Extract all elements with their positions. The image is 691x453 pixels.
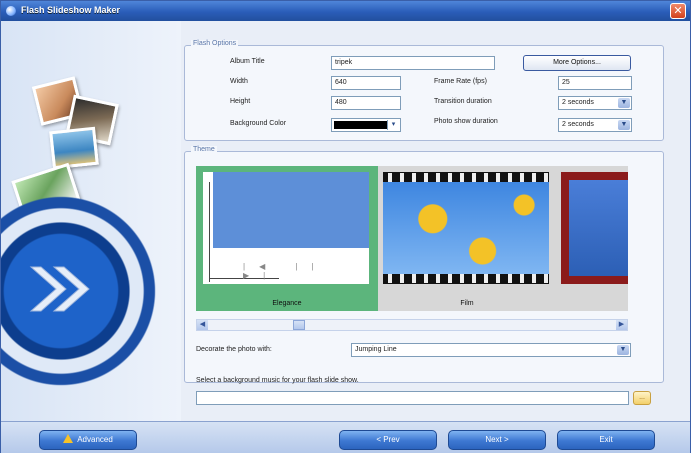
- width-input[interactable]: 640: [331, 76, 401, 90]
- height-label: Height: [230, 98, 251, 105]
- theme-carousel[interactable]: |◀ || ▶| Elegance Film: [196, 166, 628, 311]
- flash-options-label: Flash Options: [191, 40, 239, 47]
- chevron-down-icon[interactable]: ▼: [617, 345, 629, 355]
- background-color-picker[interactable]: ▾: [331, 118, 401, 132]
- scroll-thumb[interactable]: [293, 320, 305, 330]
- theme-scrollbar[interactable]: ◀ ▶: [196, 319, 628, 331]
- player-controls-icon: |◀ || ▶|: [243, 262, 328, 280]
- app-icon: [6, 6, 16, 16]
- scroll-right-icon[interactable]: ▶: [616, 320, 627, 330]
- more-options-button[interactable]: More Options...: [523, 55, 631, 71]
- width-label: Width: [230, 78, 248, 85]
- forward-arrows-icon: [29, 266, 90, 312]
- film-holes-top: [383, 173, 549, 182]
- theme-label: Theme: [191, 146, 217, 153]
- film-holes-bottom: [383, 274, 549, 283]
- bottom-bar: Advanced < Prev Next > Exit: [1, 421, 690, 453]
- theme-caption: Film: [460, 300, 474, 307]
- height-input[interactable]: 480: [331, 96, 401, 110]
- title-bar: Flash Slideshow Maker ✕: [1, 1, 690, 21]
- browse-button[interactable]: ...: [633, 391, 651, 405]
- advanced-button[interactable]: Advanced: [39, 430, 137, 450]
- theme-card-frame[interactable]: [556, 166, 628, 311]
- background-color-label: Background Color: [230, 120, 287, 127]
- decorative-banner: [1, 21, 181, 421]
- music-label: Select a background music for your flash…: [196, 377, 359, 384]
- elegance-preview-image: |◀ || ▶|: [203, 172, 369, 284]
- music-file-input[interactable]: [196, 391, 629, 405]
- photo-show-duration-value: 2 seconds: [562, 121, 594, 128]
- frame-preview-image: [561, 172, 628, 284]
- theme-card-film[interactable]: Film: [378, 166, 556, 311]
- decorate-select[interactable]: Jumping Line ▼: [351, 343, 631, 357]
- prev-button[interactable]: < Prev: [339, 430, 437, 450]
- dolphin-image: [569, 180, 628, 276]
- film-preview-image: [383, 172, 549, 284]
- decorate-value: Jumping Line: [355, 346, 397, 353]
- sunflower-image: [383, 182, 549, 274]
- decorate-label: Decorate the photo with:: [196, 346, 272, 353]
- chevron-down-icon[interactable]: ▼: [618, 120, 630, 130]
- close-button[interactable]: ✕: [670, 3, 686, 19]
- frame-rate-input[interactable]: 25: [558, 76, 632, 90]
- window-title: Flash Slideshow Maker: [21, 5, 121, 15]
- scroll-left-icon[interactable]: ◀: [197, 320, 208, 330]
- theme-card-elegance[interactable]: |◀ || ▶| Elegance: [196, 166, 378, 311]
- album-title-input[interactable]: tripek: [331, 56, 495, 70]
- theme-caption: Elegance: [272, 300, 302, 307]
- chevron-down-icon[interactable]: ▼: [618, 98, 630, 108]
- transition-duration-value: 2 seconds: [562, 99, 594, 106]
- photo-show-duration-select[interactable]: 2 seconds ▼: [558, 118, 632, 132]
- advanced-label: Advanced: [77, 435, 113, 444]
- exit-button[interactable]: Exit: [557, 430, 655, 450]
- preview-axis-vertical: [209, 182, 210, 282]
- warning-icon: [63, 434, 74, 443]
- transition-duration-label: Transition duration: [434, 98, 492, 105]
- transition-duration-select[interactable]: 2 seconds ▼: [558, 96, 632, 110]
- frame-rate-label: Frame Rate (fps): [434, 78, 487, 85]
- preview-area: [213, 172, 369, 248]
- chevron-down-icon[interactable]: ▾: [387, 120, 399, 130]
- color-swatch: [334, 121, 388, 129]
- album-title-label: Album Title: [230, 58, 265, 65]
- photo-show-duration-label: Photo show duration: [434, 118, 498, 125]
- app-window: Flash Slideshow Maker ✕ Flash Options Al…: [0, 0, 691, 453]
- landscape-photo-image: [49, 126, 99, 170]
- next-button[interactable]: Next >: [448, 430, 546, 450]
